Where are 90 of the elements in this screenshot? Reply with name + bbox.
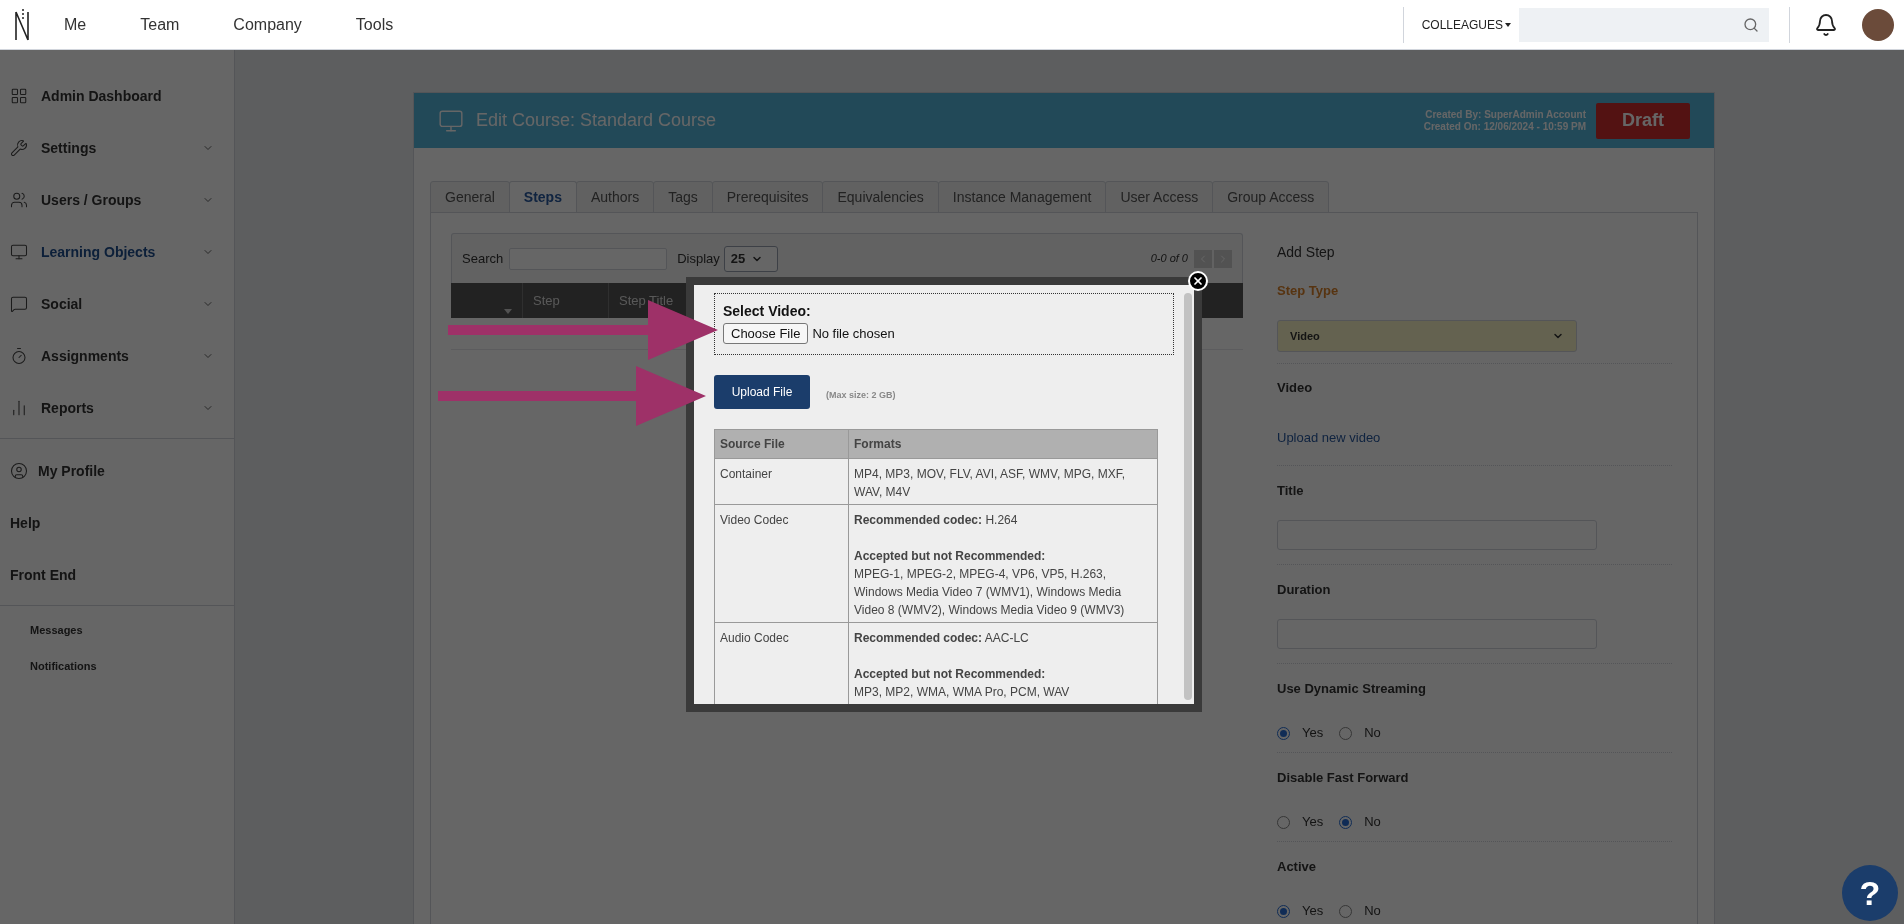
table-cell: Audio Codec [714, 622, 849, 704]
stopwatch-icon [10, 347, 28, 365]
nav-link[interactable]: Company [231, 12, 304, 37]
column-header: Source File [714, 429, 849, 459]
nav-link[interactable]: Me [62, 12, 89, 37]
radio-button[interactable] [1277, 904, 1290, 918]
tab[interactable]: Instance Management [937, 181, 1107, 213]
sidebar-subitem[interactable]: Messages [30, 621, 83, 639]
radio-label: No [1364, 902, 1381, 921]
search-label: Search [462, 249, 504, 268]
format-heading: Accepted but not Recommended: [854, 548, 1047, 565]
step-type-select[interactable]: Video [1277, 320, 1577, 353]
upload-file-button[interactable]: Upload File [714, 375, 810, 409]
sidebar-item[interactable]: Front End [10, 564, 77, 586]
tab[interactable]: Equivalencies [822, 181, 939, 213]
radio-button[interactable] [1339, 904, 1353, 918]
sidebar-item[interactable]: Admin Dashboard [41, 85, 162, 107]
field-label: Active [1277, 858, 1318, 877]
radio-label: Yes [1302, 813, 1324, 832]
tools-icon [10, 139, 28, 157]
search-icon[interactable] [1743, 16, 1759, 33]
tab[interactable]: User Access [1105, 181, 1214, 213]
file-status-text: No file chosen [812, 324, 895, 343]
format-text: MP3, MP2, WMA, WMA Pro, PCM, WAV [854, 684, 1071, 701]
select-video-label: Select Video: [723, 302, 812, 321]
sidebar-item[interactable]: Settings [41, 137, 97, 159]
radio-label: Yes [1302, 724, 1324, 743]
format-text: MPEG-1, MPEG-2, MPEG-4, VP6, VP5, H.263, Windows Media Video 7 (WMV1), Windows Media Video 8 (WMV2), Windows Media Video 9 (WMV3) [854, 566, 1126, 619]
max-size-note: (Max size: 2 GB) [826, 389, 896, 403]
avatar[interactable] [1862, 8, 1894, 41]
column-header: Formats [848, 429, 1158, 459]
sidebar-subitem[interactable]: Notifications [30, 657, 97, 675]
table-cell: Video Codec [714, 504, 849, 623]
course-title: Edit Course: Standard Course [476, 109, 717, 132]
format-heading: Accepted but not Recommended: [854, 666, 1047, 683]
tab[interactable]: Tags [653, 181, 713, 213]
table-cell: Container [714, 458, 849, 505]
upload-video-link[interactable]: Upload new video [1277, 427, 1381, 448]
nav-link[interactable]: Tools [353, 12, 396, 37]
sidebar-item[interactable]: Social [41, 293, 83, 315]
tab[interactable]: Prerequisites [711, 181, 824, 213]
field-label: Duration [1277, 581, 1332, 600]
help-button[interactable]: ? [1842, 865, 1898, 921]
users-icon [10, 191, 28, 209]
choose-file-button[interactable]: Choose File [723, 323, 809, 344]
bar-chart-icon [10, 399, 28, 417]
radio-button[interactable] [1339, 815, 1353, 829]
radio-label: No [1364, 813, 1381, 832]
format-text: Recommended codec: AAC-LC [854, 630, 1030, 647]
created-on-text: Created On: 12/06/2024 - 10:59 PM [1423, 120, 1586, 133]
sidebar-item[interactable]: My Profile [38, 460, 105, 482]
logo-icon[interactable] [14, 7, 30, 42]
format-text: Recommended codec: H.264 [854, 512, 1019, 529]
created-by-text: Created By: SuperAdmin Account [1425, 108, 1586, 121]
radio-label: Yes [1302, 902, 1324, 921]
caret-icon [1505, 22, 1511, 27]
nav-link[interactable]: Team [138, 12, 182, 37]
radio-label: No [1364, 724, 1381, 743]
display-select[interactable]: 25 [723, 245, 778, 272]
sort-icon[interactable] [504, 309, 512, 314]
sidebar-item[interactable]: Help [10, 512, 41, 534]
speech-bubble-icon [10, 295, 28, 313]
field-label: Title [1277, 482, 1305, 501]
radio-button[interactable] [1277, 815, 1290, 829]
sidebar-item[interactable]: Reports [41, 397, 94, 419]
bell-icon[interactable] [1814, 12, 1838, 37]
grid-icon [10, 87, 28, 105]
format-text: MP4, MP3, MOV, FLV, AVI, ASF, WMV, MPG, MXF, WAV, M4V [854, 466, 1126, 501]
colleagues-dropdown[interactable]: COLLEAGUES [1421, 15, 1511, 34]
field-label: Use Dynamic Streaming [1277, 680, 1427, 699]
pager-text: 0-0 of 0 [1150, 251, 1188, 267]
sidebar-item[interactable]: Users / Groups [41, 189, 142, 211]
field-label: Video [1277, 378, 1314, 397]
search-field[interactable] [1519, 7, 1769, 42]
scrollbar[interactable] [1184, 293, 1192, 700]
field-label: Disable Fast Forward [1277, 769, 1410, 788]
close-icon [1192, 275, 1204, 287]
draft-button[interactable]: Draft [1596, 102, 1690, 139]
sidebar-item[interactable]: Learning Objects [41, 241, 156, 263]
radio-button[interactable] [1339, 726, 1353, 740]
tab[interactable]: Group Access [1212, 181, 1330, 213]
user-circle-icon [10, 462, 28, 480]
radio-button[interactable] [1277, 726, 1290, 740]
tab[interactable]: Authors [575, 181, 655, 213]
monitor-icon [10, 243, 28, 261]
field-label: Step Type [1277, 282, 1340, 300]
tab[interactable]: General [430, 181, 510, 213]
section-title: Add Step [1277, 243, 1336, 263]
sidebar-item[interactable]: Assignments [41, 345, 129, 367]
display-label: Display [677, 249, 720, 268]
